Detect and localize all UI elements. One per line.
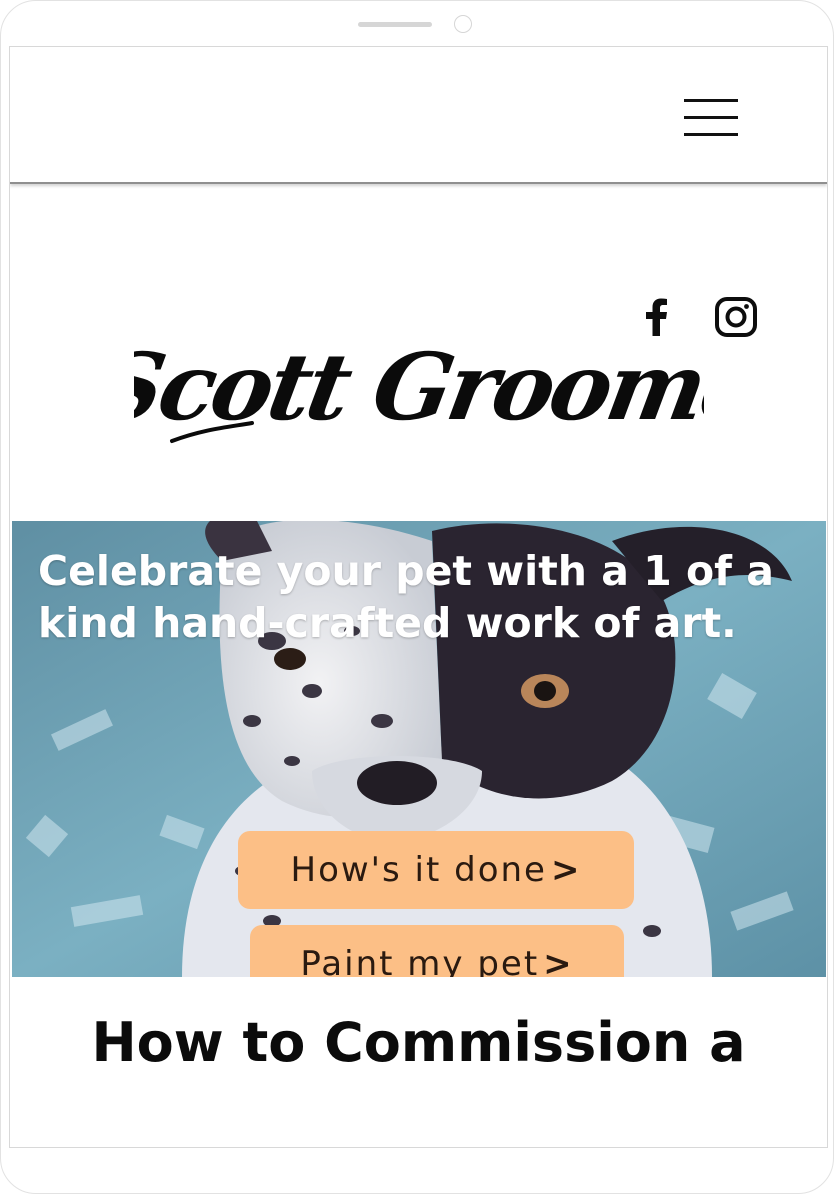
- logo[interactable]: Scott Groome: [134, 319, 704, 469]
- logo-text: Scott Groome: [134, 333, 704, 441]
- device-frame: Scott Groome Celebrate your pet with a 1…: [0, 0, 834, 1194]
- chevron-right-icon: >: [543, 944, 574, 977]
- paint-my-pet-label: Paint my pet: [300, 944, 540, 977]
- instagram-icon[interactable]: [710, 297, 762, 337]
- chevron-right-icon: >: [550, 850, 582, 890]
- hows-it-done-button[interactable]: How's it done >: [238, 831, 634, 909]
- section-heading: How to Commission a: [91, 1011, 746, 1074]
- browser-viewport[interactable]: Scott Groome Celebrate your pet with a 1…: [9, 46, 828, 1148]
- hamburger-menu-icon[interactable]: [682, 95, 740, 139]
- hero-banner: Celebrate your pet with a 1 of a kind ha…: [12, 521, 826, 977]
- device-speaker: [358, 22, 432, 27]
- hero-heading: Celebrate your pet with a 1 of a kind ha…: [38, 547, 774, 647]
- paint-my-pet-button[interactable]: Paint my pet >: [250, 925, 624, 977]
- site-header: [10, 47, 827, 184]
- hows-it-done-label: How's it done: [290, 850, 547, 890]
- device-camera: [454, 15, 472, 33]
